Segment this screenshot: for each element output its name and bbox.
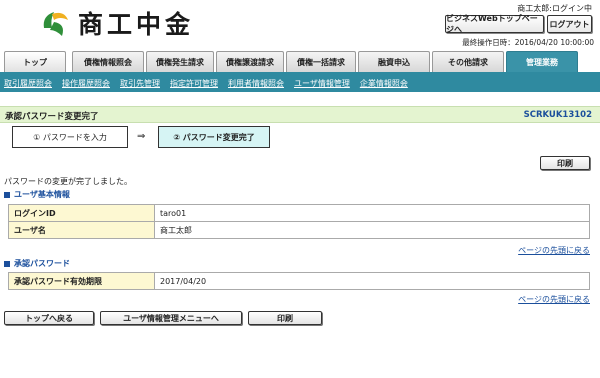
header: 商工中金 商工太郎:ログイン中 ビジネスWebトップページへ ログアウト 最終操… [0,0,600,50]
subnav-user-info-inquiry[interactable]: 利用者情報照会 [228,78,284,89]
user-info-table: ログインID taro01 ユーザ名 商工太郎 [8,204,590,239]
tab-claim-transfer[interactable]: 債権譲渡請求 [216,51,284,73]
section-title: ユーザ基本情報 [14,190,70,199]
step-password-changed: ② パスワード変更完了 [158,126,270,148]
print-button-top[interactable]: 印刷 [540,156,590,170]
logo-text: 商工中金 [78,10,195,39]
page-title: 承認パスワード変更完了 [5,112,99,122]
user-info-menu-button[interactable]: ユーザ情報管理メニューへ [100,311,242,325]
logo: 商工中金 [38,5,218,41]
sub-navigation: 取引履歴照会 操作履歴照会 取引先管理 指定許可管理 利用者情報照会 ユーザ情報… [0,74,600,92]
tab-claim-bulk[interactable]: 債権一括請求 [286,51,356,73]
last-operation-time: 最終操作日時：2016/04/20 10:00:00 [462,38,594,47]
row-value: taro01 [154,204,590,222]
subnav-user-info-management[interactable]: ユーザ情報管理 [294,78,350,89]
tab-management[interactable]: 管理業務 [506,51,578,73]
completion-message: パスワードの変更が完了しました。 [4,177,132,186]
table-row: ユーザ名 商工太郎 [8,221,590,239]
title-bar: 承認パスワード変更完了 SCRKUK13102 [0,106,600,123]
tab-claim-inquiry[interactable]: 債権情報照会 [72,51,144,73]
row-label: ユーザ名 [8,221,155,239]
tab-top[interactable]: トップ [4,51,66,73]
square-bullet-icon [4,260,10,267]
back-to-top-link[interactable]: ページの先頭に戻る [518,294,590,305]
row-value: 2017/04/20 [154,272,590,290]
business-web-top-button[interactable]: ビジネスWebトップページへ [445,14,544,34]
subnav-transaction-history[interactable]: 取引履歴照会 [4,78,52,89]
tab-other-requests[interactable]: その他請求 [432,51,504,73]
main-tabs: トップ 債権情報照会 債権発生請求 債権譲渡請求 債権一括請求 融資申込 その他… [0,51,600,73]
tab-claim-issue[interactable]: 債権発生請求 [146,51,214,73]
subnav-permission-management[interactable]: 指定許可管理 [170,78,218,89]
section-title: 承認パスワード [14,259,70,268]
approval-password-table: 承認パスワード有効期限 2017/04/20 [8,272,590,290]
square-bullet-icon [4,191,10,198]
section-heading-approval-password: 承認パスワード [4,258,70,269]
row-label: 承認パスワード有効期限 [8,272,155,290]
subnav-partner-management[interactable]: 取引先管理 [120,78,160,89]
logout-button[interactable]: ログアウト [547,15,592,33]
subnav-operation-history[interactable]: 操作履歴照会 [62,78,110,89]
back-to-top-button[interactable]: トップへ戻る [4,311,94,325]
table-row: ログインID taro01 [8,204,590,222]
table-row: 承認パスワード有効期限 2017/04/20 [8,272,590,290]
back-to-top-link[interactable]: ページの先頭に戻る [518,245,590,256]
row-value: 商工太郎 [154,221,590,239]
screen-id: SCRKUK13102 [523,110,592,120]
step-enter-password: ① パスワードを入力 [12,126,128,148]
subnav-company-info-inquiry[interactable]: 企業情報照会 [360,78,408,89]
row-label: ログインID [8,204,155,222]
print-button-bottom[interactable]: 印刷 [248,311,322,325]
section-heading-user-info: ユーザ基本情報 [4,189,70,200]
logo-mark-icon [38,6,72,40]
step-arrow-icon: ⇒ [137,131,146,142]
tab-loan-application[interactable]: 融資申込 [358,51,430,73]
